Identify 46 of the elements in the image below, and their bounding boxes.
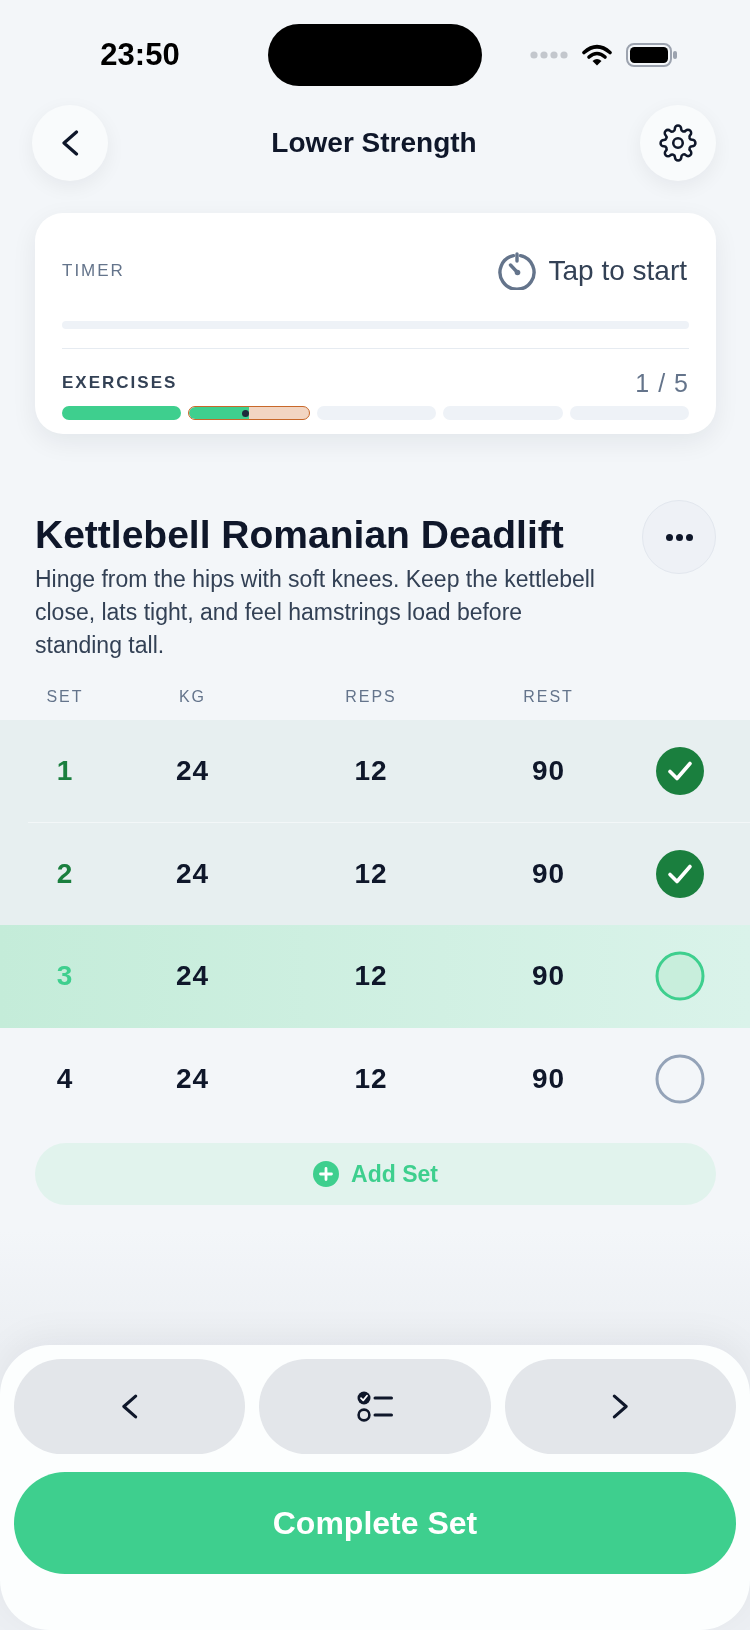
screen-title: Lower Strength bbox=[271, 127, 477, 159]
rest-cell: 90 bbox=[531, 960, 566, 993]
set-checkbox[interactable] bbox=[655, 848, 705, 899]
status-time: 23:50 bbox=[100, 36, 180, 73]
column-header: REPS bbox=[345, 688, 397, 706]
set-number-cell: 3 bbox=[56, 960, 74, 993]
reps-cell: 12 bbox=[354, 1062, 388, 1095]
timer-icon bbox=[498, 252, 537, 290]
set-number-cell: 1 bbox=[56, 755, 74, 788]
reps-cell: 12 bbox=[354, 960, 388, 993]
weight-cell: 24 bbox=[175, 960, 210, 993]
exercises-label: EXERCISES bbox=[62, 373, 178, 393]
column-header: SET bbox=[46, 688, 84, 706]
weight-cell: 24 bbox=[175, 1062, 210, 1095]
checklist-icon bbox=[357, 1391, 393, 1422]
reps-cell: 12 bbox=[354, 755, 388, 788]
start-timer-button[interactable]: Tap to start bbox=[498, 252, 687, 290]
weight-cell: 24 bbox=[175, 755, 210, 788]
weight-cell: 24 bbox=[175, 857, 210, 890]
settings-icon bbox=[659, 124, 697, 162]
complete-set-button[interactable]: Complete Set bbox=[14, 1472, 736, 1574]
set-checkbox[interactable] bbox=[655, 746, 705, 797]
column-header: KG bbox=[178, 688, 207, 706]
chevron-left-icon bbox=[121, 1394, 139, 1419]
position-marker-icon bbox=[242, 409, 250, 417]
set-number-cell: 2 bbox=[56, 857, 74, 890]
rest-cell: 90 bbox=[531, 755, 566, 788]
more-icon bbox=[665, 533, 693, 541]
column-header: REST bbox=[523, 688, 574, 706]
exercise-title: Kettlebell Romanian Deadlift bbox=[35, 512, 565, 558]
set-checkbox[interactable] bbox=[655, 951, 705, 1002]
rest-cell: 90 bbox=[531, 1062, 566, 1095]
rest-cell: 90 bbox=[531, 857, 566, 890]
battery-icon bbox=[626, 42, 678, 67]
exercise-count: 1 / 5 bbox=[635, 368, 689, 398]
chevron-left-icon bbox=[61, 130, 79, 156]
chevron-right-icon bbox=[611, 1394, 629, 1419]
reps-cell: 12 bbox=[354, 857, 388, 890]
set-number-cell: 4 bbox=[56, 1062, 74, 1095]
add-icon bbox=[313, 1161, 340, 1187]
timer-label: TIMER bbox=[62, 261, 125, 281]
set-checkbox[interactable] bbox=[655, 1053, 705, 1104]
add-set-button[interactable]: Add Set bbox=[35, 1143, 716, 1205]
exercise-description: Hinge from the hips with soft knees. Keep the kettlebell close, lats tight, and feel hamstrings load before standing tall. bbox=[35, 565, 596, 660]
wifi-icon bbox=[582, 43, 612, 66]
signal-icon bbox=[530, 50, 568, 59]
